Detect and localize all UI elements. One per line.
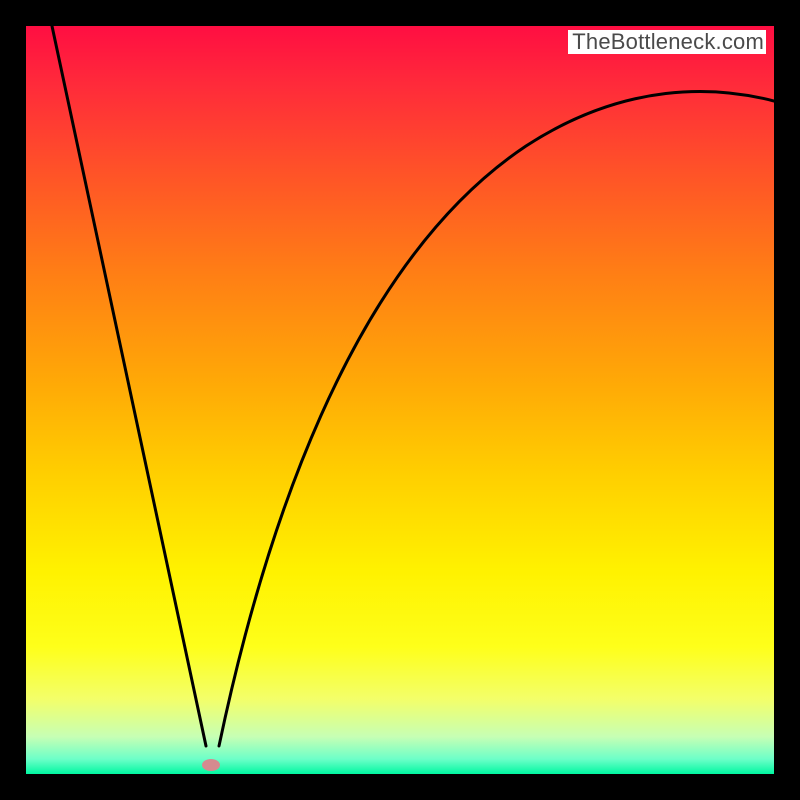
bottleneck-curve [26, 26, 774, 774]
curve-left-segment [52, 26, 206, 746]
curve-right-segment [219, 91, 774, 746]
curve-min-marker [202, 759, 220, 771]
chart-plot-area: TheBottleneck.com [26, 26, 774, 774]
